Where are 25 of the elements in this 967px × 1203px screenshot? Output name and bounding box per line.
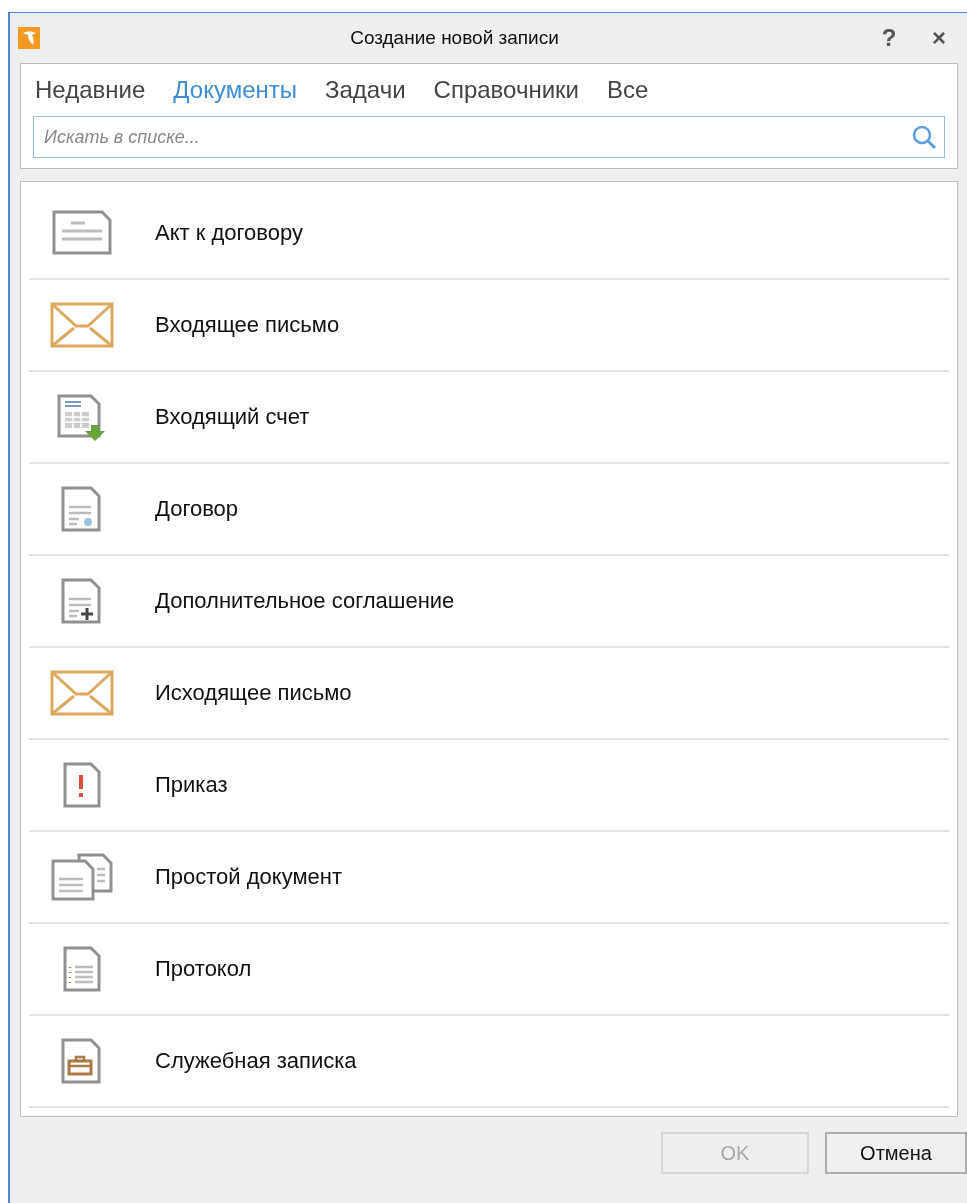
help-button[interactable]: ? (869, 20, 909, 56)
search-field[interactable]: Искать в списке... (33, 116, 945, 158)
list-item[interactable]: Простой документ (29, 832, 949, 924)
tab[interactable]: Задачи (325, 76, 406, 104)
tab[interactable]: Все (606, 76, 649, 104)
envelope-icon (49, 301, 115, 349)
list-item[interactable]: Служебная записка (29, 1016, 949, 1108)
app-logo-icon (18, 27, 40, 49)
list-item[interactable]: Исходящее письмо (29, 648, 949, 740)
list-item[interactable]: Входящий счет (29, 372, 949, 464)
list-item[interactable]: Приказ (29, 740, 949, 832)
close-button[interactable]: × (919, 20, 959, 56)
cancel-button[interactable]: Отмена (825, 1132, 967, 1174)
window-title: Создание новой записи (349, 27, 560, 49)
tab[interactable]: Недавние (35, 76, 146, 104)
tab[interactable]: Документы (173, 76, 297, 104)
list-item[interactable]: Акт к договору (29, 188, 949, 280)
documents-icon (49, 853, 115, 901)
envelope-icon (49, 669, 115, 717)
list-item[interactable]: Входящее письмо (29, 280, 949, 372)
tab[interactable]: Справочники (433, 76, 579, 104)
list-item[interactable]: Дополнительное соглашение (29, 556, 949, 648)
list-item[interactable]: Договор (29, 464, 949, 556)
search-icon[interactable] (911, 124, 937, 150)
list-item[interactable]: Протокол (29, 924, 949, 1016)
